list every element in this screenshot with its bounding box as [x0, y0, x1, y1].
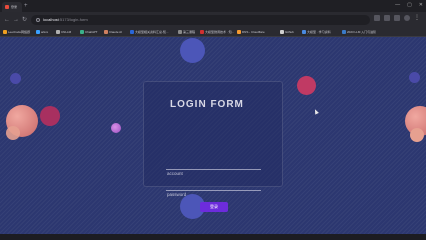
extension-icon[interactable] — [384, 15, 390, 21]
browser-toolbar: ← → ↻ localhost:5173/login-form ⋮ — [0, 12, 426, 28]
bookmarks-bar: LeetCode网络题 arkxx CNLLM ChatGPT Claude A… — [0, 28, 426, 37]
bookmark-item[interactable]: 大模型 · 学习资料 — [302, 30, 331, 34]
bookmark-item[interactable]: 大模型相关资料汇总-知... — [130, 30, 169, 34]
decorative-bubble — [410, 128, 424, 142]
bookmark-label: ChatGPT — [85, 30, 98, 34]
bookmark-label: 大模型相关资料汇总-知... — [135, 30, 169, 34]
tab-favicon-icon — [5, 5, 9, 9]
bookmark-label: LeetCode网络题 — [8, 30, 31, 34]
window-bottom-edge — [0, 234, 426, 240]
login-page: LOGIN FORM 登录 — [0, 37, 426, 234]
decorative-bubble — [409, 72, 420, 83]
bookmark-item[interactable]: arkxx — [36, 30, 48, 34]
site-info-icon[interactable] — [36, 18, 40, 22]
bookmark-icon — [56, 30, 60, 34]
decorative-bubble — [297, 76, 316, 95]
back-icon[interactable]: ← — [4, 16, 10, 24]
url-text: localhost:5173/login-form — [43, 17, 88, 22]
bookmark-label: DNS - Cloudflare — [242, 30, 265, 34]
login-title: LOGIN FORM — [170, 99, 244, 110]
menu-icon[interactable]: ⋮ — [414, 15, 420, 21]
browser-tab[interactable]: 登录 — [2, 2, 22, 12]
bookmark-item[interactable]: 2023 LLM 入门与进阶 — [342, 30, 376, 34]
bookmark-label: 第三课程 — [183, 30, 196, 34]
mouse-cursor-icon — [313, 108, 319, 115]
bookmark-icon — [178, 30, 182, 34]
account-field — [166, 162, 261, 177]
bookmark-label: Claude AI — [109, 30, 123, 34]
bookmark-item[interactable]: 大模型微调技术 · 知... — [200, 30, 234, 34]
password-field — [166, 183, 261, 198]
reload-icon[interactable]: ↻ — [22, 16, 27, 24]
decorative-bubble — [40, 106, 60, 126]
password-input[interactable] — [166, 191, 261, 198]
window-controls: — ▢ ✕ — [395, 1, 423, 9]
extension-icon[interactable] — [374, 15, 380, 21]
bookmark-item[interactable]: ChatGPT — [80, 30, 98, 34]
bookmark-icon — [3, 30, 7, 34]
new-tab-button[interactable]: + — [24, 2, 28, 10]
minimize-button[interactable]: — — [395, 1, 400, 9]
bookmark-label: 大模型微调技术 · 知... — [205, 30, 235, 34]
bookmark-label: arkxx — [41, 30, 49, 34]
bookmark-label: 2023 LLM 入门与进阶 — [347, 30, 377, 34]
bookmark-icon — [237, 30, 241, 34]
bookmark-item[interactable]: DNS - Cloudflare — [237, 30, 265, 34]
bookmark-icon — [200, 30, 204, 34]
bookmark-item[interactable]: 第三课程 — [178, 30, 195, 34]
bookmark-label: 大模型 · 学习资料 — [307, 30, 331, 34]
address-bar[interactable]: localhost:5173/login-form — [31, 15, 370, 25]
bookmark-icon — [80, 30, 84, 34]
decorative-bubble — [180, 38, 205, 63]
close-button[interactable]: ✕ — [419, 1, 423, 9]
login-button[interactable]: 登录 — [200, 202, 228, 212]
decorative-bubble — [10, 73, 21, 84]
bookmark-icon — [130, 30, 134, 34]
bookmark-item[interactable]: LeetCode网络题 — [3, 30, 30, 34]
bookmark-label: CNLLM — [61, 30, 72, 34]
decorative-bubble — [6, 126, 20, 140]
forward-icon[interactable]: → — [13, 16, 19, 24]
bookmark-item[interactable]: Claude AI — [104, 30, 122, 34]
bookmark-icon — [342, 30, 346, 34]
bookmark-item[interactable]: CNLLM — [56, 30, 71, 34]
decorative-bubble — [111, 123, 121, 133]
bookmark-label: Github — [285, 30, 294, 34]
bookmark-icon — [104, 30, 108, 34]
extension-icon[interactable] — [394, 15, 400, 21]
login-card: LOGIN FORM 登录 — [143, 81, 283, 212]
account-input[interactable] — [166, 170, 261, 177]
tab-title: 登录 — [11, 4, 18, 9]
maximize-button[interactable]: ▢ — [407, 1, 412, 9]
bookmark-icon — [280, 30, 284, 34]
bookmark-icon — [36, 30, 40, 34]
profile-avatar-icon[interactable] — [404, 15, 410, 21]
bookmark-item[interactable]: Github — [280, 30, 294, 34]
bookmark-icon — [302, 30, 306, 34]
browser-tab-bar: 登录 + — ▢ ✕ — [0, 0, 426, 12]
